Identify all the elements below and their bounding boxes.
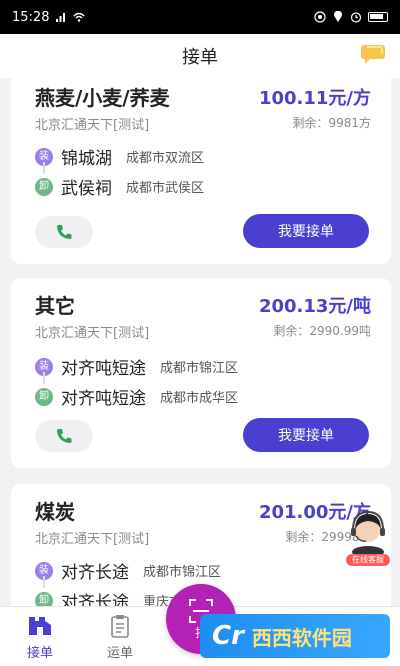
order-list[interactable]: 燕麦/小麦/荞麦 北京汇通天下[测试] 100.11元/方 剩余：9981方 装… [0, 78, 400, 606]
unload-point: 卸 武侯祠 成都市武侯区 [35, 174, 204, 199]
load-area: 成都市锦江区 [160, 361, 239, 376]
load-place: 对齐长途 [61, 563, 129, 583]
unload-tag: 卸 [35, 387, 53, 406]
order-card[interactable]: 燕麦/小麦/荞麦 北京汇通天下[测试] 100.11元/方 剩余：9981方 装… [11, 78, 391, 264]
route-line [43, 372, 45, 384]
route-line [43, 162, 45, 174]
watermark-brand: Cr [212, 621, 244, 651]
tab-waybill[interactable]: 运单 [90, 613, 150, 661]
status-bar: 15:28 [0, 0, 400, 34]
cargo-name: 煤炭 [35, 500, 75, 524]
unit-price: 100.11元/方 [258, 88, 371, 109]
load-point: 装 对齐吨短途 成都市锦江区 [35, 354, 238, 379]
order-card[interactable]: 其它 北京汇通天下[测试] 200.13元/吨 剩余：2990.99吨 装 对齐… [11, 278, 391, 468]
route-line [43, 576, 45, 588]
call-button[interactable] [35, 216, 93, 248]
remaining-quantity: 剩余：9981方 [292, 116, 371, 130]
shipper-name: 北京汇通天下[测试] [35, 532, 150, 547]
accept-order-button[interactable]: 我要接单 [243, 214, 369, 248]
watermark-site: 西西软件园 [251, 625, 352, 650]
load-place: 对齐吨短途 [61, 359, 146, 379]
unload-tag: 卸 [35, 177, 53, 196]
online-service-button[interactable]: 在线客服 [346, 506, 390, 566]
unit-price: 200.13元/吨 [258, 296, 371, 317]
truck-icon [29, 617, 51, 635]
load-place: 锦城湖 [61, 149, 112, 169]
cargo-name: 燕麦/小麦/荞麦 [35, 86, 170, 110]
site-watermark: Cr 西西软件园 [200, 614, 390, 658]
shipper-name: 北京汇通天下[测试] [35, 118, 150, 133]
tab-label: 运单 [106, 646, 133, 661]
cargo-name: 其它 [35, 294, 75, 318]
wifi-icon [73, 12, 85, 22]
nfc-icon [314, 11, 326, 23]
customer-service-icon [351, 510, 385, 558]
accept-order-button[interactable]: 我要接单 [243, 418, 369, 452]
online-service-label: 在线客服 [346, 554, 390, 566]
location-icon [334, 11, 342, 22]
unload-tag: 卸 [35, 591, 53, 606]
call-button[interactable] [35, 420, 93, 452]
load-point: 装 对齐长途 成都市锦江区 [35, 558, 221, 583]
phone-icon [57, 225, 72, 239]
status-time: 15:28 [12, 9, 50, 25]
load-area: 成都市锦江区 [143, 565, 222, 580]
unload-point: 卸 对齐长途 重庆市 [35, 588, 182, 606]
unload-area: 成都市成华区 [160, 391, 239, 406]
remaining-quantity: 剩余：2990.99吨 [273, 324, 371, 338]
title-bar: 接单 [0, 34, 400, 78]
shipper-name: 北京汇通天下[测试] [35, 326, 150, 341]
unload-area: 成都市武侯区 [126, 181, 205, 196]
signal-icon [56, 13, 66, 22]
unload-place: 武侯祠 [61, 179, 112, 199]
battery-icon [368, 12, 388, 22]
unload-place: 对齐吨短途 [61, 389, 146, 409]
page-title: 接单 [182, 47, 218, 68]
load-point: 装 锦城湖 成都市双流区 [35, 144, 204, 169]
unload-point: 卸 对齐吨短途 成都市成华区 [35, 384, 238, 409]
unload-place: 对齐长途 [61, 593, 129, 606]
phone-icon [57, 429, 72, 443]
chat-bubble-icon[interactable] [360, 43, 386, 65]
load-area: 成都市双流区 [126, 151, 205, 166]
tab-accept-order[interactable]: 接单 [10, 613, 70, 661]
alarm-icon [350, 12, 362, 23]
tab-label: 接单 [26, 646, 53, 661]
clipboard-icon [111, 615, 129, 638]
